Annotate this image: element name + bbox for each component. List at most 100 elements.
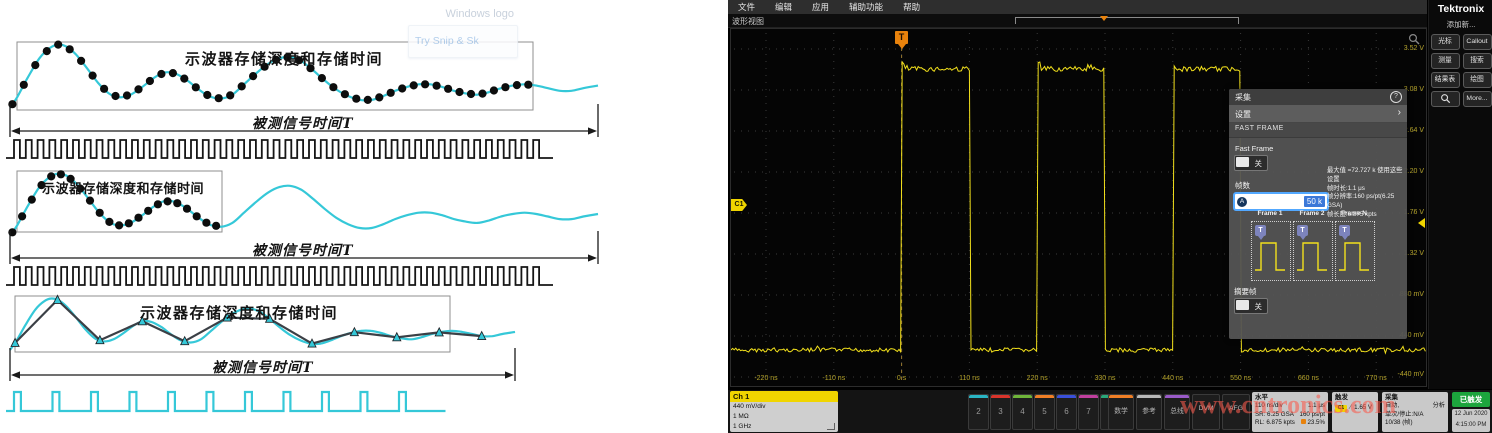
sample-point (444, 85, 452, 93)
sidebar-button-cursor[interactable]: 光标 (1431, 34, 1460, 50)
horizontal-row: 110 ns/div1.1 μs (1255, 402, 1325, 411)
fastframe-panel-title: 采集 (1235, 92, 1251, 103)
horizontal-value: 110 ns/div (1255, 402, 1283, 411)
menu-item-applications[interactable]: 应用 (802, 0, 839, 14)
sidebar-button-callout[interactable]: Callout (1463, 34, 1492, 50)
zoom-search-icon (1440, 93, 1451, 104)
sample-point (202, 219, 210, 227)
acquisition-analyze: 分析 (1433, 402, 1445, 411)
settings-label: 设置 (1235, 109, 1251, 120)
sample-point (173, 199, 181, 207)
button-ref[interactable]: 参考 (1136, 394, 1162, 430)
ghost-windows-notification: Windows logo Try Snip & Sk (408, 8, 518, 58)
position-marker-icon[interactable] (1100, 16, 1108, 25)
toggle-knob (1236, 300, 1249, 310)
triggered-status-button[interactable]: 已触发 (1452, 392, 1490, 407)
sample-point (169, 69, 177, 77)
summary-toggle-state: 关 (1255, 301, 1263, 312)
fastframe-panel[interactable]: 采集 ? 设置 › FAST FRAME Fast Frame 关 帧数 A (1229, 89, 1407, 339)
time-label: -220 ns (754, 375, 777, 382)
sample-point (154, 200, 162, 208)
oscilloscope-app: 文件编辑应用辅助功能帮助 波形视图 T C1 3.52 V3.08 V2.64 … (728, 0, 1492, 433)
sampling-diagrams-panel: 示波器存储深度和存储时间 示波器存储深度和存储时间 示波器存储深度和存储时间 被… (0, 0, 728, 433)
sample-point (352, 95, 360, 103)
sample-point (66, 45, 74, 53)
fastframe-toggle[interactable]: 关 (1234, 155, 1268, 171)
menu-item-edit[interactable]: 编辑 (765, 0, 802, 14)
diagram1-title: 示波器存储深度和存储时间 (185, 48, 383, 69)
sample-point (100, 85, 108, 93)
sample-point (157, 70, 165, 78)
channel-button-4[interactable]: 4 (1012, 394, 1033, 430)
trigger-badge[interactable]: 触发 C1 ∕ 1.65 V (1332, 392, 1378, 432)
chevron-right-icon[interactable]: › (1398, 107, 1401, 118)
frame-count-input[interactable]: A 50 k (1233, 192, 1329, 211)
sample-point (203, 91, 211, 99)
frame-thumbnail: T (1335, 221, 1375, 281)
channel-number: 6 (1057, 398, 1076, 426)
sidebar-button-results-table[interactable]: 结果表 (1431, 72, 1460, 88)
button-afg[interactable]: AFG (1222, 394, 1250, 430)
sidebar-button-more[interactable]: More... (1463, 91, 1492, 107)
sidebar-button-measure[interactable]: 测量 (1431, 53, 1460, 69)
sample-point (86, 197, 94, 205)
settings-row[interactable]: 设置 › (1229, 105, 1407, 123)
channel-button-5[interactable]: 5 (1034, 394, 1055, 430)
trigger-level-arrow-icon[interactable] (1413, 218, 1425, 228)
horizontal-position-bar[interactable] (1015, 17, 1239, 24)
menu-item-accessibility[interactable]: 辅助功能 (839, 0, 893, 14)
button-dvm[interactable]: DVM (1192, 394, 1220, 430)
channel-number: 5 (1035, 398, 1054, 426)
snip-sketch-button[interactable]: Try Snip & Sk (415, 35, 479, 47)
channel-number: 7 (1079, 398, 1098, 426)
channel-button-2[interactable]: 2 (968, 394, 989, 430)
channel-1-badge[interactable]: Ch 1 440 mV/div 1 MΩ 1 GHz (730, 391, 838, 432)
button-math[interactable]: 数学 (1108, 394, 1134, 430)
acquisition-badge[interactable]: 采集 自动, 分析 单次/停止:N/A 10/38 (帧) (1382, 392, 1448, 432)
rising-edge-icon: ∕ (1350, 404, 1351, 413)
trigger-flag-icon[interactable]: T (895, 31, 908, 44)
menu-item-help[interactable]: 帮助 (893, 0, 930, 14)
ghost-notification-box: Try Snip & Sk (408, 25, 518, 58)
time-label: 110 ns (959, 375, 980, 382)
horizontal-value: RL: 6.875 kpts (1255, 419, 1295, 428)
button-label: 数学 (1109, 398, 1133, 426)
help-icon[interactable]: ? (1390, 91, 1402, 103)
sidebar-buttons: 光标Callout测量搜索结果表绘图 More... (1429, 32, 1492, 109)
frame-label: Frame 2 (1300, 210, 1325, 217)
sample-point (513, 81, 521, 89)
sample-point (146, 77, 154, 85)
channel-button-7[interactable]: 7 (1078, 394, 1099, 430)
summary-frame-toggle[interactable]: 关 (1234, 298, 1268, 314)
channel-button-6[interactable]: 6 (1056, 394, 1077, 430)
right-sidebar: Tektronix 添加新... 光标Callout测量搜索结果表绘图More.… (1428, 0, 1492, 389)
horizontal-value: 23.5% (1301, 419, 1325, 428)
sample-point (105, 218, 113, 226)
voltage-label: 3.52 V (1404, 45, 1424, 52)
channel-button-3[interactable]: 3 (990, 394, 1011, 430)
sample-point (125, 219, 133, 227)
sample-point (501, 83, 509, 91)
fastframe-label: Fast Frame (1235, 144, 1273, 153)
sample-point (410, 81, 418, 89)
waveform-display[interactable]: T C1 3.52 V3.08 V2.64 V2.20 V1.76 V1.32 … (730, 28, 1427, 387)
sidebar-button-zoom[interactable] (1431, 91, 1460, 107)
frame-trigger-flag-icon: T (1297, 225, 1308, 236)
tab-waveform-view[interactable]: 波形视图 (732, 16, 764, 27)
horizontal-badge[interactable]: 水平 110 ns/div1.1 μsSR: 6.25 GSA160 ps/pt… (1252, 392, 1328, 432)
channel-number: 2 (969, 398, 988, 426)
button-label: DVM (1193, 395, 1219, 423)
menu-item-file[interactable]: 文件 (728, 0, 765, 14)
frame-label: Frame 1 (1258, 210, 1283, 217)
sample-point (18, 212, 26, 220)
button-bus[interactable]: 总线 (1164, 394, 1190, 430)
acquisition-single-stop: 单次/停止:N/A (1385, 411, 1424, 420)
magnifier-icon[interactable] (1408, 33, 1420, 45)
diagram3-arrow-label: 被测信号时间T (212, 357, 313, 377)
sidebar-button-plot[interactable]: 绘图 (1463, 72, 1492, 88)
horizontal-row: RL: 6.875 kpts 23.5% (1255, 419, 1325, 428)
channel-number: 3 (991, 398, 1010, 426)
sample-point (134, 85, 142, 93)
screenshot-canvas: 示波器存储深度和存储时间 示波器存储深度和存储时间 示波器存储深度和存储时间 被… (0, 0, 1492, 433)
sidebar-button-search[interactable]: 搜索 (1463, 53, 1492, 69)
